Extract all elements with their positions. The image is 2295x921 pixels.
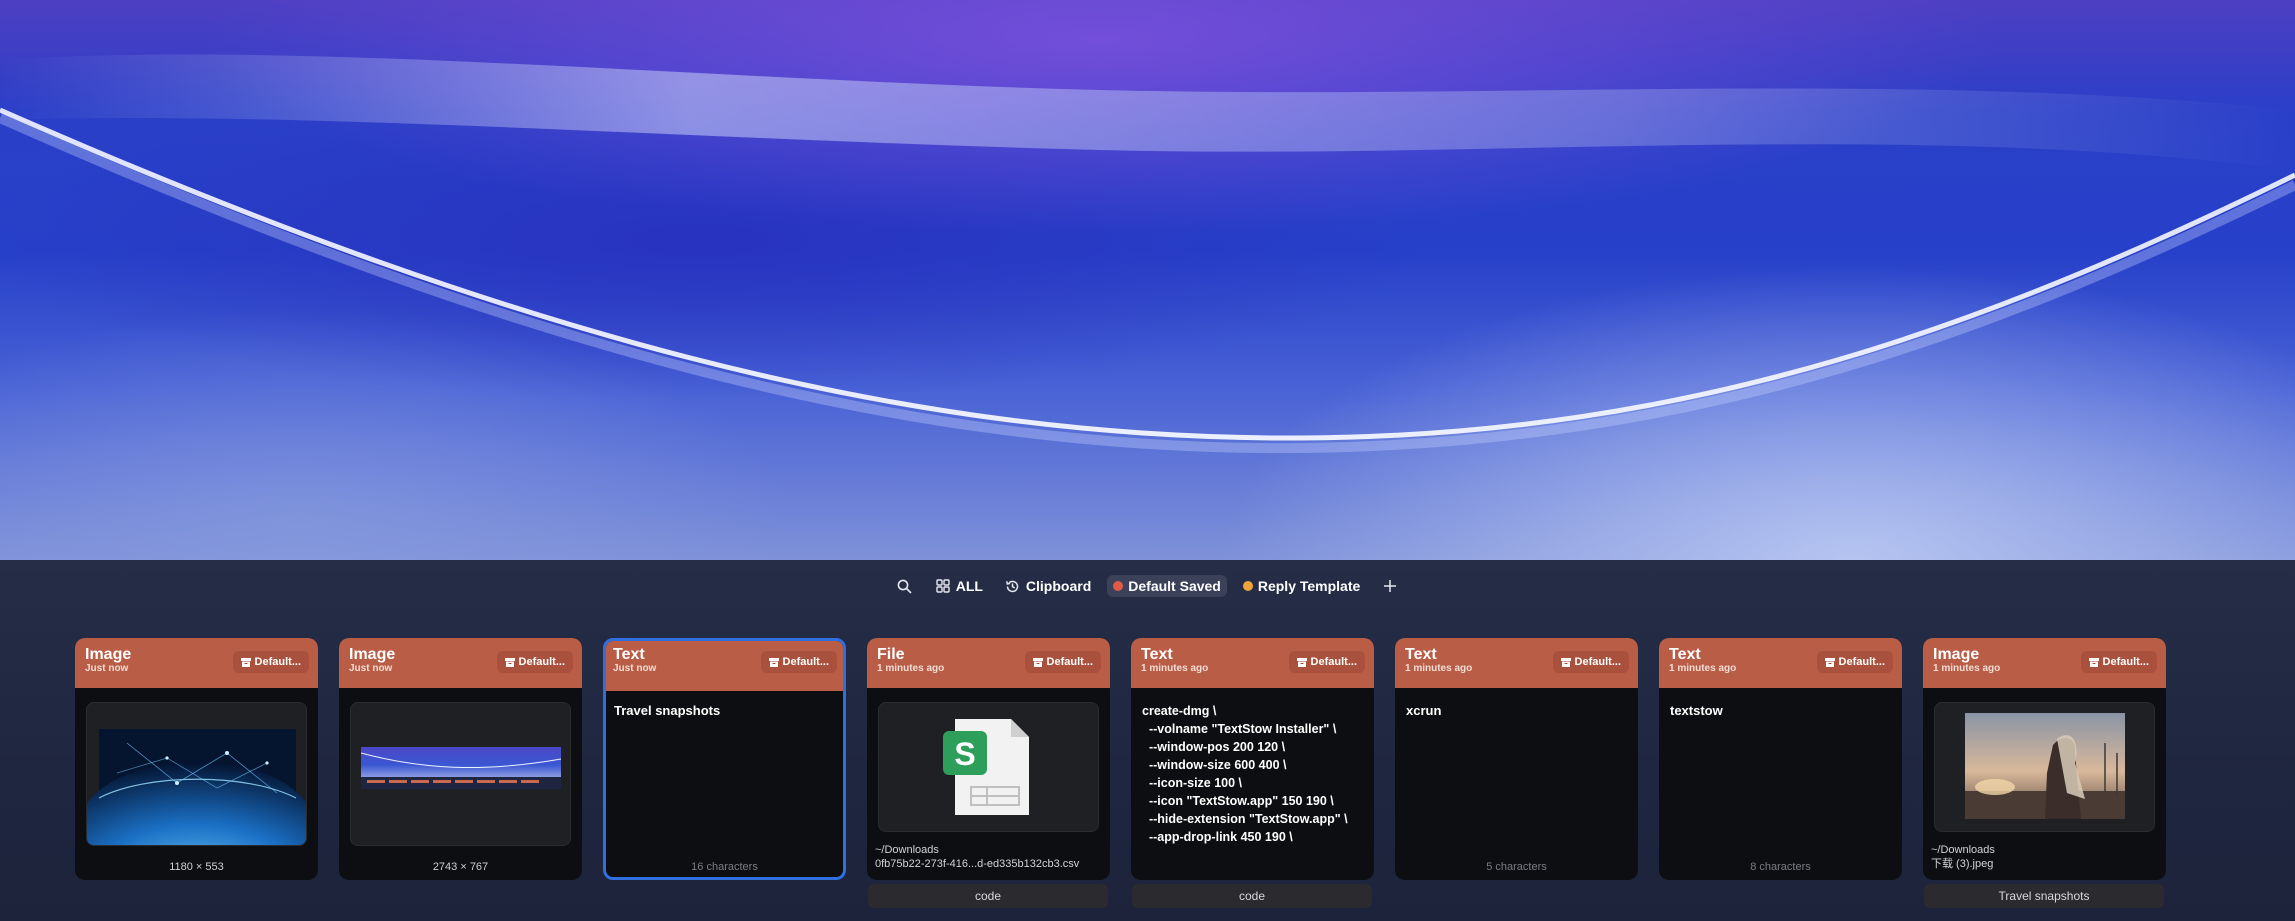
card-category-label: Default... (518, 656, 565, 668)
card-header: Image Just now Default... (339, 638, 582, 688)
card-header: Text 1 minutes ago Default... (1131, 638, 1374, 688)
plus-icon (1382, 578, 1398, 594)
card-category-tag[interactable]: Default... (232, 651, 309, 673)
clip-card[interactable]: Image 1 minutes ago Default... ~/Downloa… (1923, 638, 2166, 880)
source-app-label: code (1132, 884, 1372, 908)
tab-all[interactable]: ALL (929, 575, 989, 597)
tab-reply-template-label: Reply Template (1257, 578, 1361, 594)
character-count: 16 characters (691, 861, 758, 873)
card-header: Image Just now Default... (75, 638, 318, 688)
character-count: 8 characters (1750, 861, 1811, 873)
card-category-tag[interactable]: Default... (1816, 651, 1893, 673)
archive-icon (1824, 657, 1835, 667)
card-header: File 1 minutes ago Default... (867, 638, 1110, 688)
clip-card[interactable]: Image Just now Default... 2743 × 767 (339, 638, 582, 880)
card-header: Text 1 minutes ago Default... (1395, 638, 1638, 688)
tab-all-label: ALL (955, 578, 983, 594)
card-category-tag[interactable]: Default... (2080, 651, 2157, 673)
image-preview (86, 702, 307, 846)
text-content: create-dmg \ --volname "TextStow Install… (1142, 704, 1348, 844)
category-toolbar: ALL Clipboard Default Saved Reply Templa… (0, 572, 2295, 600)
add-category-button[interactable] (1376, 575, 1404, 597)
image-preview (1934, 702, 2155, 832)
card-category-label: Default... (782, 656, 829, 668)
tab-default-saved-label: Default Saved (1128, 578, 1221, 594)
history-icon (1005, 578, 1021, 594)
reply-template-dot (1242, 581, 1253, 591)
card-category-label: Default... (254, 656, 301, 668)
file-preview: S (878, 702, 1099, 832)
file-directory: ~/Downloads (875, 844, 939, 856)
image-preview (350, 702, 571, 846)
file-name: 0fb75b22-273f-416...d-ed335b132cb3.csv (875, 858, 1080, 870)
grid-icon (935, 578, 951, 594)
file-path: ~/Downloads 0fb75b22-273f-416...d-ed335b… (875, 843, 1079, 871)
card-category-label: Default... (1310, 656, 1357, 668)
image-dimensions: 1180 × 553 (169, 861, 224, 873)
card-category-tag[interactable]: Default... (760, 651, 837, 673)
archive-icon (240, 657, 251, 667)
card-category-tag[interactable]: Default... (496, 651, 573, 673)
tab-clipboard-label: Clipboard (1025, 578, 1092, 594)
clip-card[interactable]: Text 1 minutes ago Default... xcrun 5 ch… (1395, 638, 1638, 880)
svg-text:S: S (954, 736, 975, 772)
clip-card[interactable]: File 1 minutes ago Default... S ~/Downlo… (867, 638, 1110, 880)
card-category-label: Default... (1838, 656, 1885, 668)
clip-card[interactable]: Text 1 minutes ago Default... textstow 8… (1659, 638, 1902, 880)
card-category-label: Default... (2102, 656, 2149, 668)
card-category-label: Default... (1046, 656, 1093, 668)
archive-icon (504, 657, 515, 667)
file-name: 下载 (3).jpeg (1931, 858, 1994, 870)
card-header: Text 1 minutes ago Default... (1659, 638, 1902, 688)
text-content: textstow (1670, 703, 1723, 718)
clip-card[interactable]: Image Just now Default... 1180 × 553 (75, 638, 318, 880)
clip-card-selected[interactable]: Text Just now Default... Travel snapshot… (603, 638, 846, 880)
card-category-tag[interactable]: Default... (1288, 651, 1365, 673)
source-app-label: code (868, 884, 1108, 908)
desktop-wallpaper (0, 0, 2295, 560)
card-category-tag[interactable]: Default... (1552, 651, 1629, 673)
source-app-label: Travel snapshots (1924, 884, 2164, 908)
archive-icon (1296, 657, 1307, 667)
file-directory: ~/Downloads (1931, 844, 1995, 856)
search-button[interactable] (891, 575, 919, 597)
tab-reply-template[interactable]: Reply Template (1237, 575, 1366, 597)
card-category-tag[interactable]: Default... (1024, 651, 1101, 673)
file-path: ~/Downloads 下载 (3).jpeg (1931, 843, 1995, 871)
default-saved-dot (1113, 581, 1124, 591)
archive-icon (768, 657, 779, 667)
spreadsheet-file-icon: S (943, 719, 1029, 815)
archive-icon (2088, 657, 2099, 667)
text-content: Travel snapshots (614, 703, 721, 718)
character-count: 5 characters (1486, 861, 1547, 873)
archive-icon (1560, 657, 1571, 667)
tab-default-saved[interactable]: Default Saved (1107, 575, 1227, 597)
archive-icon (1032, 657, 1043, 667)
search-icon (897, 578, 913, 594)
card-category-label: Default... (1574, 656, 1621, 668)
clip-card[interactable]: Text 1 minutes ago Default... create-dmg… (1131, 638, 1374, 880)
text-content: xcrun (1406, 703, 1442, 718)
card-header: Image 1 minutes ago Default... (1923, 638, 2166, 688)
tab-clipboard[interactable]: Clipboard (999, 575, 1097, 597)
card-header: Text Just now Default... (606, 641, 843, 691)
image-dimensions: 2743 × 767 (432, 861, 489, 873)
